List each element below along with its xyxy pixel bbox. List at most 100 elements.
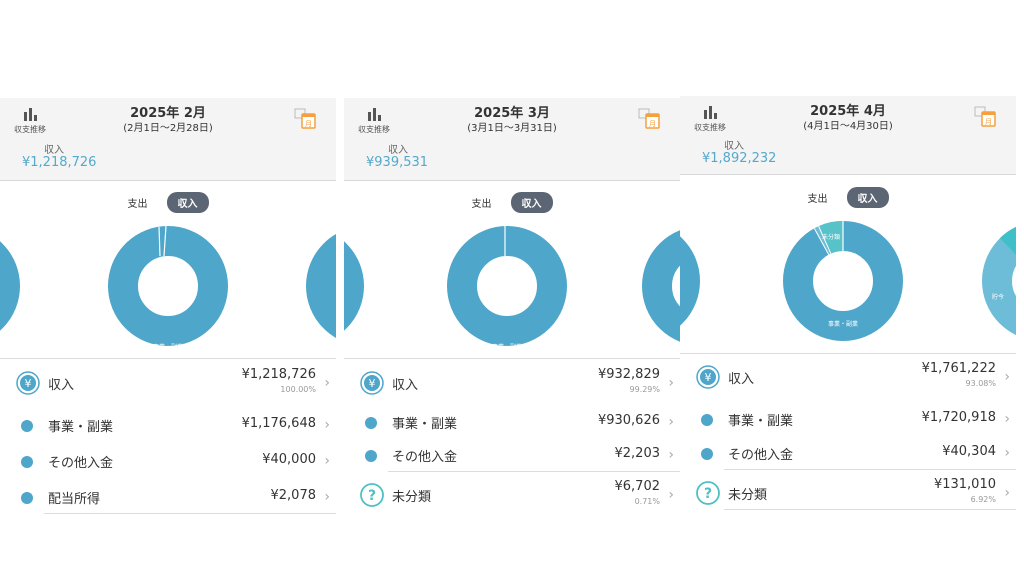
list-item-category[interactable]: その他入金 ¥40,000 › — [0, 442, 336, 478]
row-label: 収入 — [48, 378, 75, 393]
category-dot-icon — [21, 492, 33, 504]
donut-carousel[interactable]: 事業・副業 — [344, 216, 680, 356]
month-header: 収支推移 2025年 4月 (4月1日〜4月30日) 月 収入 ¥1,892,2… — [680, 96, 1016, 175]
income-donut-chart: 事業・副業 — [108, 225, 228, 351]
row-percent: 100.00% — [280, 385, 316, 394]
income-summary-value: ¥939,531 — [366, 155, 429, 170]
month-header: 収支推移 2025年 2月 (2月1日〜2月28日) 月 収入 ¥1,218,7… — [0, 98, 336, 181]
income-summary-value: ¥1,218,726 — [22, 155, 97, 170]
chevron-right-icon: › — [1004, 411, 1010, 427]
donut-segment-label: 事業・副業 — [153, 343, 183, 351]
type-toggle: 支出 収入 — [344, 192, 680, 213]
row-value: ¥6,702 — [614, 479, 661, 494]
month-header: 収支推移 2025年 3月 (3月1日〜3月31日) 月 収入 ¥939,531 — [344, 98, 680, 181]
expense-tab[interactable]: 支出 — [127, 195, 147, 210]
month-panel-apr: 収支推移 2025年 4月 (4月1日〜4月30日) 月 収入 ¥1,892,2… — [680, 96, 1016, 514]
row-value: ¥1,720,918 — [921, 410, 996, 425]
row-percent: 6.92% — [970, 495, 996, 504]
expense-tab[interactable]: 支出 — [471, 195, 491, 210]
row-label: 未分類 — [728, 488, 768, 503]
donut-carousel[interactable]: 未分類 事業・副業 貯今 — [680, 211, 1016, 351]
chevron-right-icon: › — [324, 453, 330, 469]
row-value: ¥40,000 — [262, 452, 316, 467]
svg-text:?: ? — [704, 486, 712, 502]
income-summary-label: 収入 — [388, 145, 408, 156]
type-toggle: 支出 収入 — [0, 192, 336, 213]
row-value: ¥2,203 — [614, 446, 661, 461]
category-dot-icon — [701, 448, 713, 460]
list-item-income-total[interactable]: ¥ 収入 ¥1,761,222 93.08% › — [680, 358, 1016, 394]
row-value: ¥930,626 — [597, 413, 660, 428]
next-month-donut — [306, 234, 336, 338]
row-label: その他入金 — [392, 450, 458, 465]
row-label: その他入金 — [728, 448, 794, 463]
donut-carousel[interactable]: 事業・副業 — [0, 216, 336, 356]
svg-text:¥: ¥ — [25, 377, 32, 390]
row-label: 未分類 — [392, 490, 432, 505]
svg-text:月: 月 — [305, 120, 312, 128]
svg-text:月: 月 — [985, 118, 992, 126]
list-item-unclassified[interactable]: ? 未分類 ¥131,010 6.92% › — [680, 474, 1016, 510]
next-month-donut: 貯今 — [982, 226, 1016, 336]
divider — [344, 358, 680, 359]
chevron-right-icon: › — [1004, 485, 1010, 501]
row-label: 事業・副業 — [392, 417, 458, 432]
donut-segment-label-unclassified: 未分類 — [822, 233, 840, 241]
donut-segment-label: 事業・副業 — [492, 343, 522, 351]
row-percent: 99.29% — [629, 385, 660, 394]
income-summary-label: 収入 — [44, 145, 64, 156]
calendar-icon[interactable]: 月 — [294, 108, 316, 130]
yen-icon: ¥ — [360, 371, 384, 395]
row-divider — [724, 509, 1016, 510]
month-range: (3月1日〜3月31日) — [467, 123, 557, 134]
svg-text:?: ? — [368, 488, 376, 504]
calendar-icon[interactable]: 月 — [974, 106, 996, 128]
income-tab[interactable]: 収入 — [510, 192, 553, 213]
donut-segment-label: 事業・副業 — [828, 320, 858, 328]
calendar-icon[interactable]: 月 — [638, 108, 660, 130]
chevron-right-icon: › — [668, 414, 674, 430]
row-label: その他入金 — [48, 456, 114, 471]
row-label: 配当所得 — [48, 492, 101, 507]
list-item-category[interactable]: 事業・副業 ¥1,176,648 › — [0, 406, 336, 442]
row-divider — [388, 471, 680, 472]
svg-text:¥: ¥ — [705, 371, 712, 384]
prev-month-donut — [0, 241, 20, 331]
chevron-right-icon: › — [324, 489, 330, 505]
list-item-category[interactable]: その他入金 ¥2,203 › — [344, 436, 680, 472]
row-value: ¥1,176,648 — [241, 416, 316, 431]
row-value: ¥932,829 — [597, 367, 660, 382]
prev-month-donut — [344, 241, 364, 331]
row-label: 収入 — [728, 372, 755, 387]
expense-tab[interactable]: 支出 — [807, 190, 827, 205]
income-tab[interactable]: 収入 — [166, 192, 209, 213]
row-value: ¥131,010 — [933, 477, 996, 492]
list-item-category[interactable]: 事業・副業 ¥930,626 › — [344, 403, 680, 439]
yen-icon: ¥ — [16, 371, 40, 395]
list-item-income-total[interactable]: ¥ 収入 ¥1,218,726 100.00% › — [0, 364, 336, 400]
category-dot-icon — [21, 456, 33, 468]
type-toggle: 支出 収入 — [680, 187, 1016, 208]
income-summary-label: 収入 — [724, 141, 744, 152]
income-donut-chart: 事業・副業 — [447, 226, 567, 351]
list-item-category[interactable]: その他入金 ¥40,304 › — [680, 434, 1016, 470]
list-item-category[interactable]: 配当所得 ¥2,078 › — [0, 478, 336, 514]
chevron-right-icon: › — [668, 487, 674, 503]
divider — [0, 358, 336, 359]
donut-segment-label: 貯今 — [992, 293, 1004, 301]
month-range: (4月1日〜4月30日) — [803, 121, 893, 132]
row-label: 事業・副業 — [728, 414, 794, 429]
month-range: (2月1日〜2月28日) — [123, 123, 213, 134]
month-panel-mar: 収支推移 2025年 3月 (3月1日〜3月31日) 月 収入 ¥939,531… — [344, 98, 680, 516]
list-item-income-total[interactable]: ¥ 収入 ¥932,829 99.29% › — [344, 364, 680, 400]
list-item-category[interactable]: 事業・副業 ¥1,720,918 › — [680, 400, 1016, 436]
chevron-right-icon: › — [324, 375, 330, 391]
divider — [680, 353, 1016, 354]
income-tab[interactable]: 収入 — [846, 187, 889, 208]
row-value: ¥1,218,726 — [241, 367, 316, 382]
question-icon: ? — [696, 481, 720, 505]
month-panel-feb: 収支推移 2025年 2月 (2月1日〜2月28日) 月 収入 ¥1,218,7… — [0, 98, 336, 516]
category-dot-icon — [701, 414, 713, 426]
list-item-unclassified[interactable]: ? 未分類 ¥6,702 0.71% › — [344, 476, 680, 512]
chevron-right-icon: › — [1004, 369, 1010, 385]
